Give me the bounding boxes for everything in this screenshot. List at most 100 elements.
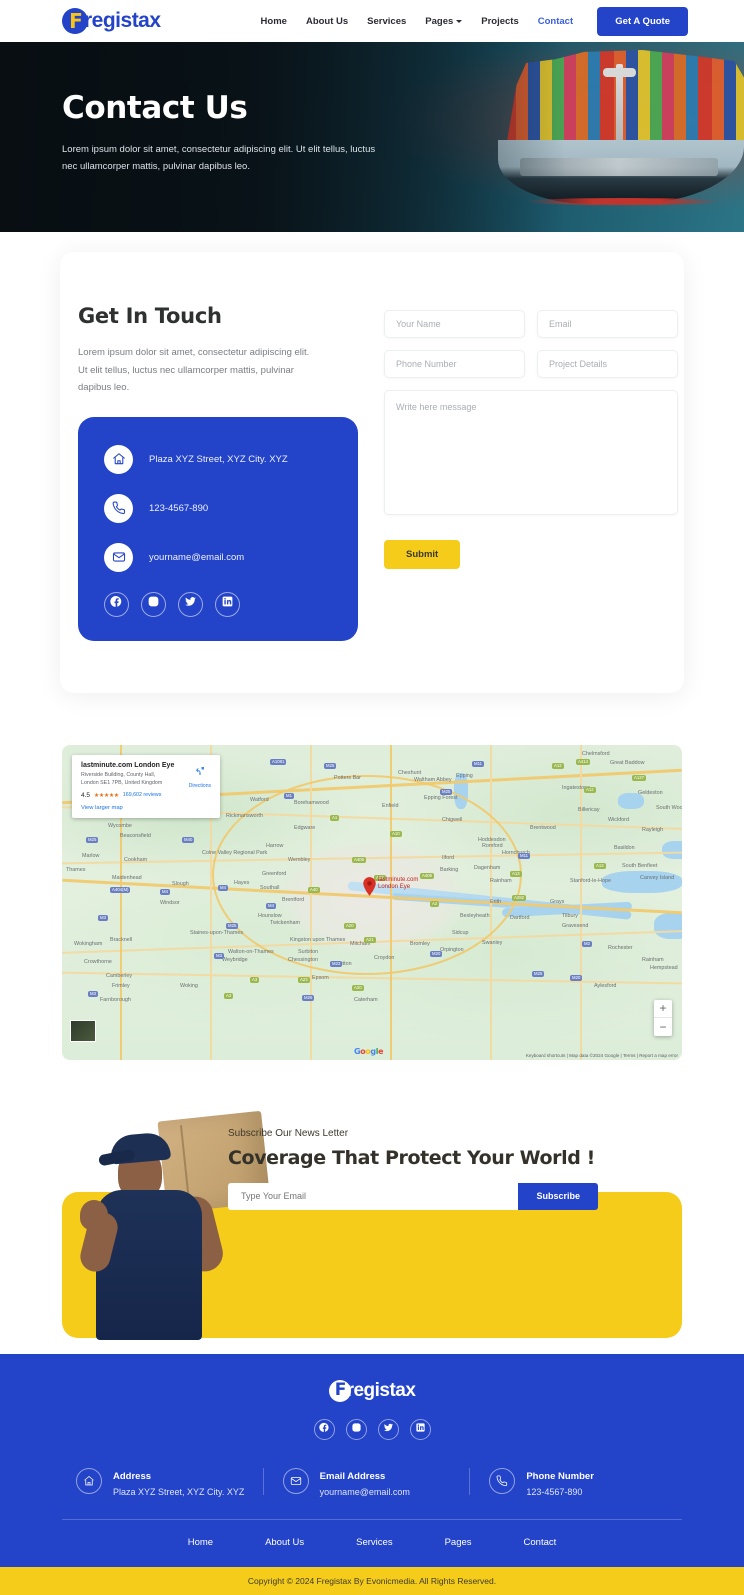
newsletter-content: Subscribe Our News Letter Coverage That … bbox=[228, 1128, 608, 1210]
subscribe-button[interactable]: Subscribe bbox=[518, 1182, 598, 1210]
place-address-line2: London SE1 7PB, United Kingdom bbox=[81, 779, 163, 786]
map-road bbox=[580, 744, 582, 1060]
instagram-link[interactable] bbox=[141, 591, 166, 617]
map-road-shield: M26 bbox=[302, 994, 315, 1001]
footer-nav-item-about-us[interactable]: About Us bbox=[265, 1537, 304, 1548]
contact-social-links bbox=[104, 591, 332, 617]
map-place-label: Barking bbox=[440, 866, 459, 873]
map-place-label: Farnborough bbox=[100, 996, 131, 1003]
map-zoom-controls[interactable]: + − bbox=[654, 999, 672, 1036]
nav-item-services[interactable]: Services bbox=[367, 16, 406, 27]
get-a-quote-button[interactable]: Get A Quote bbox=[597, 6, 688, 36]
map-place-label: Wokingham bbox=[74, 940, 103, 947]
map-place-label: Marlow bbox=[82, 852, 100, 859]
map-place-label: Edgware bbox=[294, 824, 316, 831]
zoom-out-button[interactable]: − bbox=[654, 1018, 672, 1036]
map-place-label: Epping bbox=[456, 772, 473, 779]
map-road-shield: A282 bbox=[512, 894, 527, 901]
mail-icon bbox=[282, 1468, 309, 1495]
footer-nav-item-contact[interactable]: Contact bbox=[524, 1537, 557, 1548]
map-place-label: Rayleigh bbox=[642, 826, 663, 833]
facebook-icon bbox=[110, 595, 123, 613]
map-place-label: Crowthorne bbox=[84, 958, 112, 965]
map-place-label: Watford bbox=[250, 796, 269, 803]
directions-button[interactable]: Directions bbox=[189, 764, 211, 789]
zoom-in-button[interactable]: + bbox=[654, 1000, 672, 1018]
instagram-link[interactable] bbox=[345, 1418, 367, 1440]
footer-nav-item-home[interactable]: Home bbox=[188, 1537, 213, 1548]
email-input[interactable] bbox=[537, 310, 678, 338]
map-place-label: Staines-upon-Thames bbox=[190, 929, 244, 936]
map-place-label: Rainham bbox=[490, 877, 512, 884]
map-place-label: Chelmsford bbox=[582, 750, 610, 757]
map-road-shield: M4 bbox=[266, 902, 276, 909]
map-road-shield: A20 bbox=[344, 922, 356, 929]
linkedin-link[interactable] bbox=[215, 591, 240, 617]
nav-item-contact[interactable]: Contact bbox=[538, 16, 573, 27]
twitter-icon bbox=[383, 1420, 394, 1438]
place-reviews-count[interactable]: 169,602 reviews bbox=[123, 792, 162, 798]
twitter-link[interactable] bbox=[377, 1418, 399, 1440]
nav-item-label: Home bbox=[260, 15, 287, 27]
map-place-label: Thames bbox=[66, 866, 86, 873]
map-place-label: Chessington bbox=[288, 956, 318, 963]
footer-info-item: Phone Number 123-4567-890 bbox=[469, 1466, 682, 1497]
map-road-shield: A1 bbox=[330, 814, 340, 821]
nav-item-about-us[interactable]: About Us bbox=[306, 16, 348, 27]
map-road-shield: A3 bbox=[250, 976, 260, 983]
footer-info-value: Plaza XYZ Street, XYZ City. XYZ bbox=[113, 1486, 245, 1497]
site-header: F registax Home About Us Services Pages Proj… bbox=[0, 0, 744, 42]
newsletter-form: Subscribe bbox=[228, 1182, 598, 1210]
map-place-label: Hounslow bbox=[258, 912, 282, 919]
linkedin-link[interactable] bbox=[409, 1418, 431, 1440]
facebook-link[interactable] bbox=[104, 591, 129, 617]
map-place-label: Woking bbox=[180, 982, 198, 989]
map-place-label: Rickmansworth bbox=[226, 812, 263, 819]
project-details-input[interactable] bbox=[537, 350, 678, 378]
map-place-label: Ilford bbox=[442, 854, 454, 861]
submit-button[interactable]: Submit bbox=[384, 540, 461, 569]
map-place-label: Canvey Island bbox=[640, 874, 675, 881]
map-road-shield: M11 bbox=[518, 852, 531, 859]
map-place-label: Cookham bbox=[124, 856, 148, 863]
newsletter-email-input[interactable] bbox=[228, 1182, 519, 1210]
map-marker[interactable]: lastminute.com London Eye bbox=[362, 877, 418, 901]
google-map-embed[interactable]: Chelmsford Great Baddow Potters Bar Cheshun… bbox=[62, 744, 682, 1060]
footer-nav-item-pages[interactable]: Pages bbox=[445, 1537, 472, 1548]
contact-info-row: Plaza XYZ Street, XYZ City. XYZ bbox=[104, 444, 332, 474]
view-larger-map-link[interactable]: View larger map bbox=[81, 805, 212, 811]
phone-input[interactable] bbox=[384, 350, 525, 378]
message-textarea[interactable] bbox=[384, 390, 678, 515]
map-road-shield: A1081 bbox=[270, 758, 287, 765]
map-place-label: South Benfleet bbox=[622, 862, 658, 869]
map-street-view-thumbnail[interactable] bbox=[70, 1019, 96, 1042]
nav-item-pages[interactable]: Pages bbox=[425, 16, 463, 27]
nav-item-home[interactable]: Home bbox=[261, 16, 287, 27]
twitter-link[interactable] bbox=[178, 591, 203, 617]
footer-nav-item-services[interactable]: Services bbox=[356, 1537, 392, 1548]
map-place-label: Weybridge bbox=[222, 956, 248, 963]
map-road-shield: M25 bbox=[440, 788, 453, 795]
contact-card: Get In Touch Lorem ipsum dolor sit amet,… bbox=[60, 252, 684, 693]
map-section: Chelmsford Great Baddow Potters Bar Cheshun… bbox=[0, 693, 744, 1060]
primary-nav: Home About Us Services Pages Projects Contact bbox=[261, 16, 574, 27]
directions-label: Directions bbox=[188, 782, 211, 789]
map-road-shield: A40 bbox=[308, 886, 320, 893]
site-logo[interactable]: F registax bbox=[62, 8, 161, 34]
map-place-label: Erith bbox=[490, 898, 502, 905]
name-input[interactable] bbox=[384, 310, 525, 338]
get-in-touch-description: Lorem ipsum dolor sit amet, consectetur … bbox=[78, 347, 310, 394]
map-road-shield: M3 bbox=[98, 914, 108, 921]
nav-item-projects[interactable]: Projects bbox=[481, 16, 519, 27]
map-road-shield: A12 bbox=[552, 762, 564, 769]
map-place-label: Epping Forest bbox=[424, 794, 458, 801]
newsletter-headline: Coverage That Protect Your World ! bbox=[228, 1146, 595, 1169]
google-logo: Google bbox=[354, 1046, 384, 1056]
map-marker-label: lastminute.com London Eye bbox=[378, 876, 419, 891]
footer-logo[interactable]: F registax bbox=[0, 1379, 744, 1402]
facebook-link[interactable] bbox=[313, 1418, 335, 1440]
map-place-label: Camberley bbox=[106, 972, 133, 979]
map-place-label: Rochester bbox=[608, 944, 633, 951]
map-road-shield: M4 bbox=[218, 884, 228, 891]
map-road-shield: A10 bbox=[390, 830, 402, 837]
